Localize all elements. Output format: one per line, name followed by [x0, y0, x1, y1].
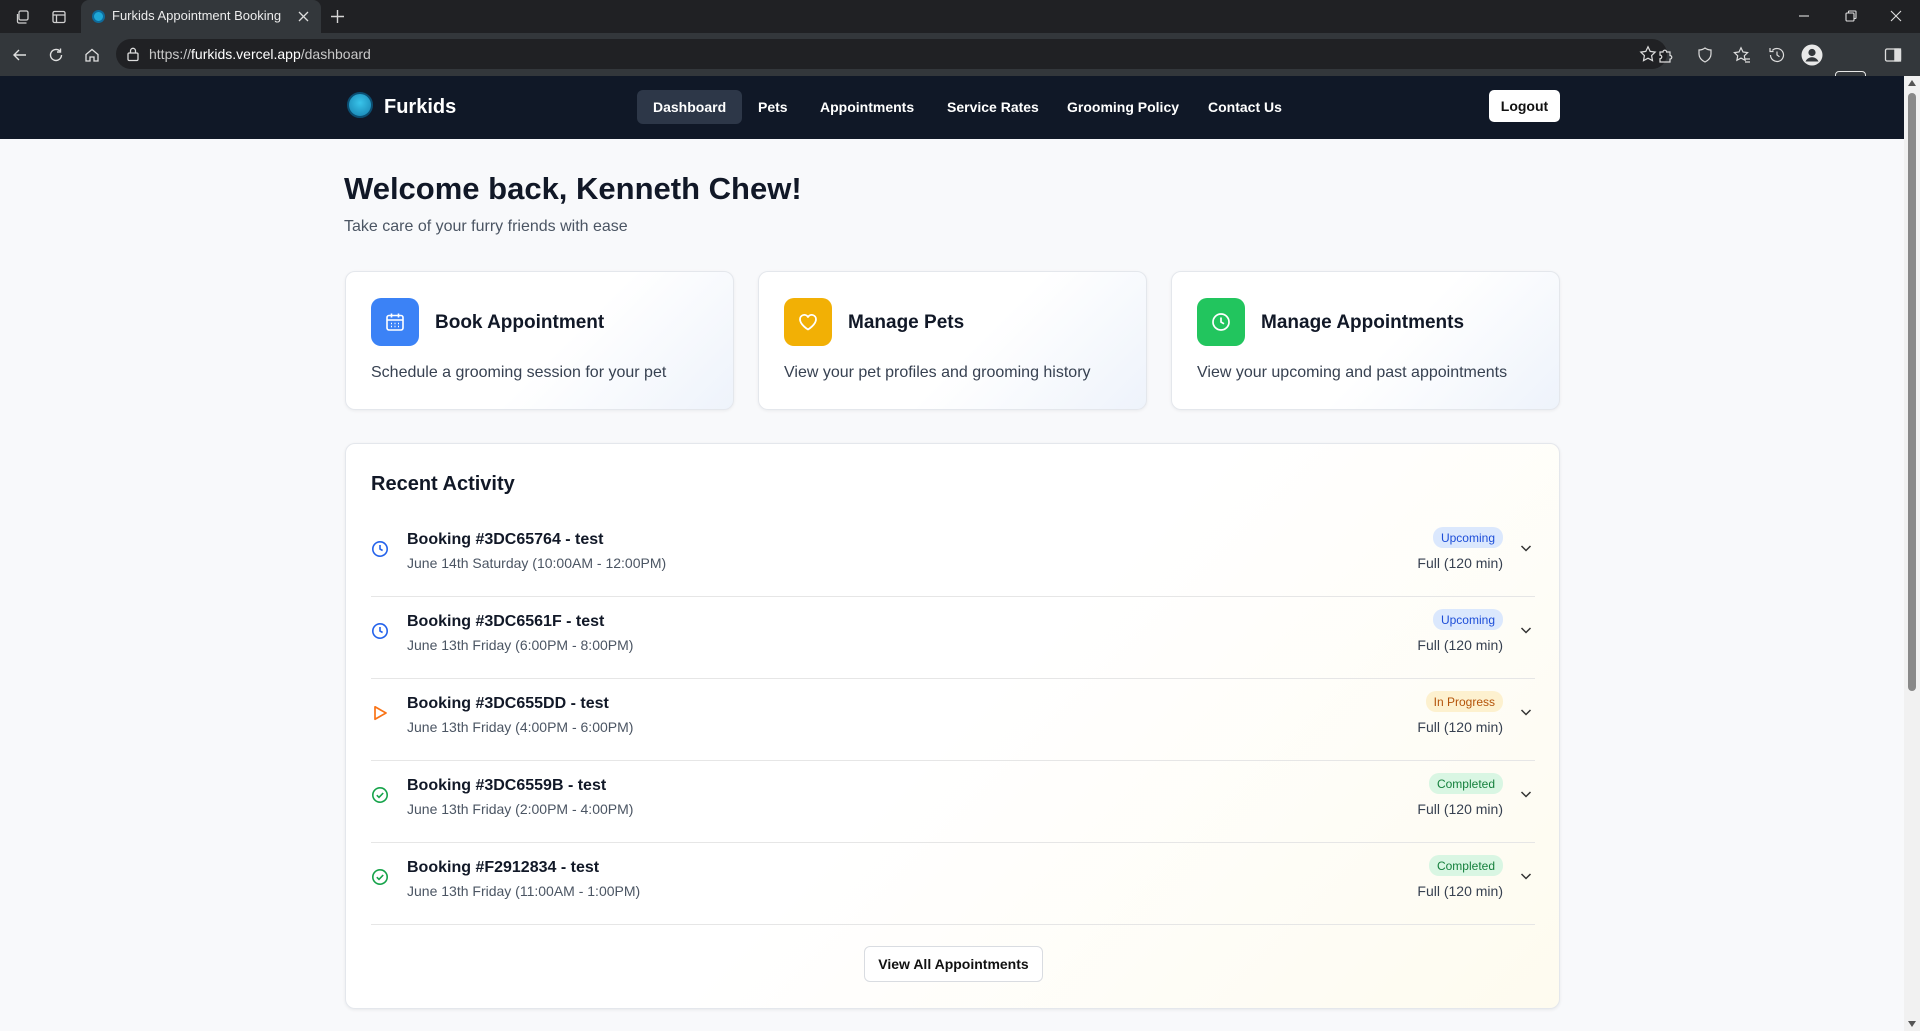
browser-toolbar: https://furkids.vercel.app/dashboard ···…	[0, 33, 1920, 102]
book-appointment-card[interactable]: Book Appointment Schedule a grooming ses…	[345, 271, 734, 410]
minimize-icon[interactable]	[1794, 6, 1814, 26]
recent-activity-panel: Recent Activity Booking #3DC65764 - test…	[345, 443, 1560, 1009]
scroll-up-arrow-icon[interactable]	[1908, 80, 1916, 86]
service-duration: Full (120 min)	[1417, 801, 1503, 817]
page-scrollbar[interactable]	[1904, 76, 1920, 1031]
chevron-down-icon[interactable]	[1517, 703, 1535, 721]
brand-name[interactable]: Furkids	[384, 96, 456, 119]
booking-title: Booking #F2912834 - test	[407, 859, 600, 876]
status-badge: Upcoming	[1432, 527, 1503, 548]
clock-icon	[371, 622, 389, 640]
tab-actions-icon[interactable]	[47, 5, 70, 28]
site-header: Furkids Dashboard Pets Appointments Serv…	[0, 76, 1904, 139]
history-icon[interactable]	[1766, 44, 1788, 66]
page-subtitle: Take care of your furry friends with eas…	[344, 218, 628, 235]
browser-tab[interactable]: Furkids Appointment Booking	[81, 0, 321, 33]
service-duration: Full (120 min)	[1417, 637, 1503, 653]
favorites-icon[interactable]	[1731, 44, 1753, 66]
profile-avatar-icon[interactable]	[1801, 44, 1823, 66]
logout-button[interactable]: Logout	[1489, 90, 1560, 122]
booking-title: Booking #3DC655DD - test	[407, 695, 609, 712]
nav-pets[interactable]: Pets	[742, 90, 804, 124]
workspaces-icon[interactable]	[11, 5, 34, 28]
booking-title: Booking #3DC65764 - test	[407, 531, 604, 548]
extensions-icon[interactable]	[1655, 44, 1677, 66]
booking-datetime: June 13th Friday (6:00PM - 8:00PM)	[407, 637, 634, 653]
new-tab-icon[interactable]	[327, 6, 348, 27]
activity-item[interactable]: Booking #3DC655DD - test June 13th Frida…	[371, 679, 1535, 761]
tab-title: Furkids Appointment Booking	[112, 8, 282, 23]
status-badge: Completed	[1428, 773, 1503, 794]
browser-essentials-icon[interactable]	[1694, 44, 1716, 66]
nav-appointments[interactable]: Appointments	[804, 90, 930, 124]
activity-item[interactable]: Booking #F2912834 - test June 13th Frida…	[371, 843, 1535, 925]
browser-tab-bar: Furkids Appointment Booking	[0, 0, 1920, 33]
booking-title: Booking #3DC6561F - test	[407, 613, 605, 630]
nav-dashboard[interactable]: Dashboard	[637, 90, 743, 124]
booking-title: Booking #3DC6559B - test	[407, 777, 607, 794]
calendar-icon	[371, 298, 419, 346]
booking-datetime: June 14th Saturday (10:00AM - 12:00PM)	[407, 555, 667, 571]
scrollbar-thumb[interactable]	[1908, 93, 1916, 691]
lock-icon[interactable]	[126, 46, 142, 62]
close-window-icon[interactable]	[1886, 6, 1906, 26]
heart-icon	[784, 298, 832, 346]
chevron-down-icon[interactable]	[1517, 785, 1535, 803]
card-description: Schedule a grooming session for your pet	[371, 364, 667, 381]
status-badge: Completed	[1428, 855, 1503, 876]
scroll-down-arrow-icon[interactable]	[1908, 1021, 1916, 1027]
address-bar[interactable]: https://furkids.vercel.app/dashboard	[116, 39, 1667, 69]
chevron-down-icon[interactable]	[1517, 867, 1535, 885]
nav-contact-us[interactable]: Contact Us	[1192, 90, 1298, 124]
service-duration: Full (120 min)	[1417, 555, 1503, 571]
reload-icon[interactable]	[45, 44, 66, 65]
card-title: Book Appointment	[435, 312, 605, 333]
nav-service-rates[interactable]: Service Rates	[931, 90, 1055, 124]
furkids-logo[interactable]	[347, 92, 373, 118]
card-title: Manage Pets	[848, 312, 965, 333]
clock-icon	[371, 540, 389, 558]
recent-activity-title: Recent Activity	[371, 473, 515, 495]
home-icon[interactable]	[81, 44, 102, 65]
manage-pets-card[interactable]: Manage Pets View your pet profiles and g…	[758, 271, 1147, 410]
sidebar-toggle-icon[interactable]	[1882, 44, 1904, 66]
clock-icon	[1197, 298, 1245, 346]
restore-icon[interactable]	[1841, 6, 1861, 26]
page-title: Welcome back, Kenneth Chew!	[344, 171, 802, 206]
check-circle-icon	[371, 868, 389, 886]
close-tab-icon[interactable]	[293, 6, 313, 26]
url-text: https://furkids.vercel.app/dashboard	[149, 46, 371, 62]
status-badge: Upcoming	[1432, 609, 1503, 630]
play-icon	[371, 704, 389, 722]
status-badge: In Progress	[1425, 691, 1503, 712]
nav-grooming-policy[interactable]: Grooming Policy	[1051, 90, 1195, 124]
activity-item[interactable]: Booking #3DC6561F - test June 13th Frida…	[371, 597, 1535, 679]
chevron-down-icon[interactable]	[1517, 621, 1535, 639]
booking-datetime: June 13th Friday (2:00PM - 4:00PM)	[407, 801, 634, 817]
card-title: Manage Appointments	[1261, 312, 1465, 333]
activity-item[interactable]: Booking #3DC65764 - test June 14th Satur…	[371, 515, 1535, 597]
view-all-appointments-button[interactable]: View All Appointments	[864, 946, 1043, 982]
chevron-down-icon[interactable]	[1517, 539, 1535, 557]
service-duration: Full (120 min)	[1417, 719, 1503, 735]
back-icon[interactable]	[9, 44, 30, 65]
card-description: View your upcoming and past appointments	[1197, 364, 1508, 381]
booking-datetime: June 13th Friday (4:00PM - 6:00PM)	[407, 719, 634, 735]
booking-datetime: June 13th Friday (11:00AM - 1:00PM)	[407, 883, 641, 899]
service-duration: Full (120 min)	[1417, 883, 1503, 899]
manage-appointments-card[interactable]: Manage Appointments View your upcoming a…	[1171, 271, 1560, 410]
activity-item[interactable]: Booking #3DC6559B - test June 13th Frida…	[371, 761, 1535, 843]
card-description: View your pet profiles and grooming hist…	[784, 364, 1091, 381]
site-favicon-icon	[92, 10, 105, 23]
check-circle-icon	[371, 786, 389, 804]
